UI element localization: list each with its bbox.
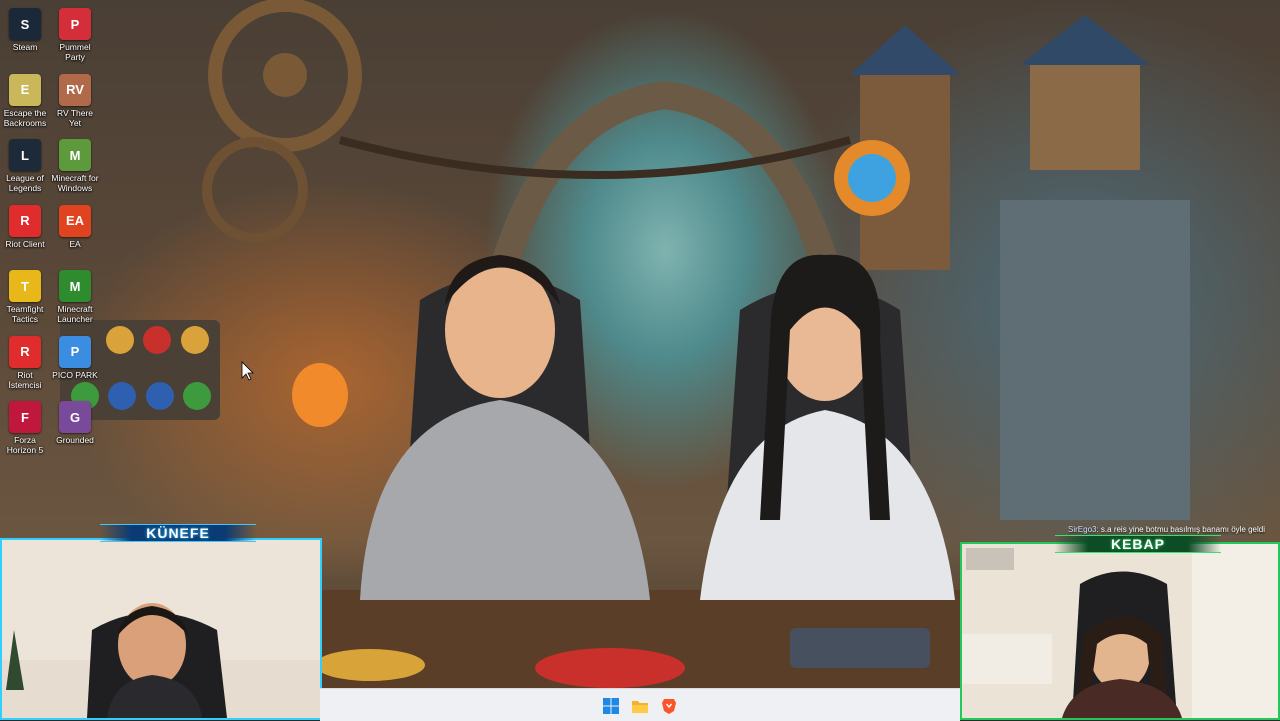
desktop-shortcut-label: RV There Yet — [56, 107, 94, 128]
windows-start-button[interactable] — [602, 697, 620, 715]
desktop-shortcut-label: Riot Client — [5, 238, 45, 249]
desktop-shortcut[interactable]: R Riot Client — [0, 204, 50, 249]
desktop-shortcut-label: PICO PARK — [52, 369, 98, 380]
chat-username: SirEgo3: — [1068, 525, 1099, 534]
left-webcam-feed — [2, 540, 320, 718]
desktop-shortcut[interactable]: P Pummel Party — [50, 8, 100, 62]
minecraft-launcher-icon: M — [59, 270, 91, 302]
desktop-shortcut-label: Minecraft Launcher — [57, 304, 93, 324]
desktop-shortcut-label: Escape the Backrooms — [3, 107, 47, 128]
grounded-icon: G — [59, 401, 91, 433]
left-webcam-overlay — [0, 538, 322, 720]
desktop-shortcut[interactable]: L League of Legends — [0, 139, 50, 193]
desktop-shortcut[interactable]: RV RV There Yet — [50, 73, 100, 128]
league-of-legends-icon: L — [9, 139, 41, 171]
desktop-shortcut-label: League of Legends — [6, 173, 44, 193]
desktop-shortcut[interactable]: T Teamfight Tactics — [0, 270, 50, 324]
desktop-shortcut[interactable]: S Steam — [0, 8, 50, 52]
rv-there-yet-icon: RV — [59, 73, 91, 106]
riot-client-icon: R — [9, 204, 41, 237]
right-webcam-feed — [962, 544, 1278, 718]
desktop-shortcut[interactable]: E Escape the Backrooms — [0, 73, 50, 128]
right-webcam-label: KEBAP — [1055, 535, 1221, 553]
left-webcam-label: KÜNEFE — [100, 524, 256, 542]
stream-chat-message: SirEgo3: s.a reis yine botmu basılmış ba… — [1068, 524, 1280, 535]
pico-park-icon: P — [59, 335, 91, 368]
chat-text: s.a reis yine botmu basılmış banamı öyle… — [1100, 525, 1265, 534]
desktop-shortcut[interactable]: P PICO PARK — [50, 335, 100, 380]
desktop-shortcut[interactable]: R Riot İstemcisi — [0, 335, 50, 390]
steam-icon: S — [9, 8, 41, 40]
desktop-shortcut-label: Riot İstemcisi — [8, 369, 42, 390]
pummel-party-icon: P — [59, 8, 91, 40]
gear-icon — [202, 137, 308, 243]
desktop-shortcut[interactable]: G Grounded — [50, 401, 100, 445]
desktop-shortcut-label: Forza Horizon 5 — [6, 435, 44, 455]
desktop-shortcut-label: EA — [69, 238, 81, 249]
file-explorer-button[interactable] — [631, 697, 649, 715]
riot-client-icon: R — [9, 335, 41, 368]
desktop-shortcut-label: Pummel Party — [59, 42, 91, 62]
brave-browser-icon — [662, 699, 676, 714]
desktop-shortcut-label: Teamfight Tactics — [6, 304, 44, 324]
desktop-shortcut[interactable]: M Minecraft Launcher — [50, 270, 100, 324]
minecraft-icon: M — [59, 139, 91, 171]
taskbar — [320, 688, 960, 721]
ea-icon: EA — [59, 204, 91, 237]
escape-backrooms-icon: E — [9, 73, 41, 106]
desktop-shortcut[interactable]: F Forza Horizon 5 — [0, 401, 50, 455]
right-webcam-overlay — [960, 542, 1280, 720]
desktop-shortcut[interactable]: EA EA — [50, 204, 100, 249]
file-explorer-icon — [632, 701, 648, 713]
windows-start-icon — [603, 698, 619, 714]
teamfight-tactics-icon: T — [9, 270, 41, 302]
brave-browser-button[interactable] — [660, 697, 678, 715]
desktop-shortcut-label: Grounded — [56, 435, 94, 445]
mouse-cursor-icon — [241, 361, 254, 381]
desktop-shortcut-label: Minecraft for Windows — [51, 173, 99, 193]
desktop-shortcut-label: Steam — [12, 42, 38, 52]
forza-horizon-icon: F — [9, 401, 41, 433]
desktop-shortcut[interactable]: M Minecraft for Windows — [50, 139, 100, 193]
